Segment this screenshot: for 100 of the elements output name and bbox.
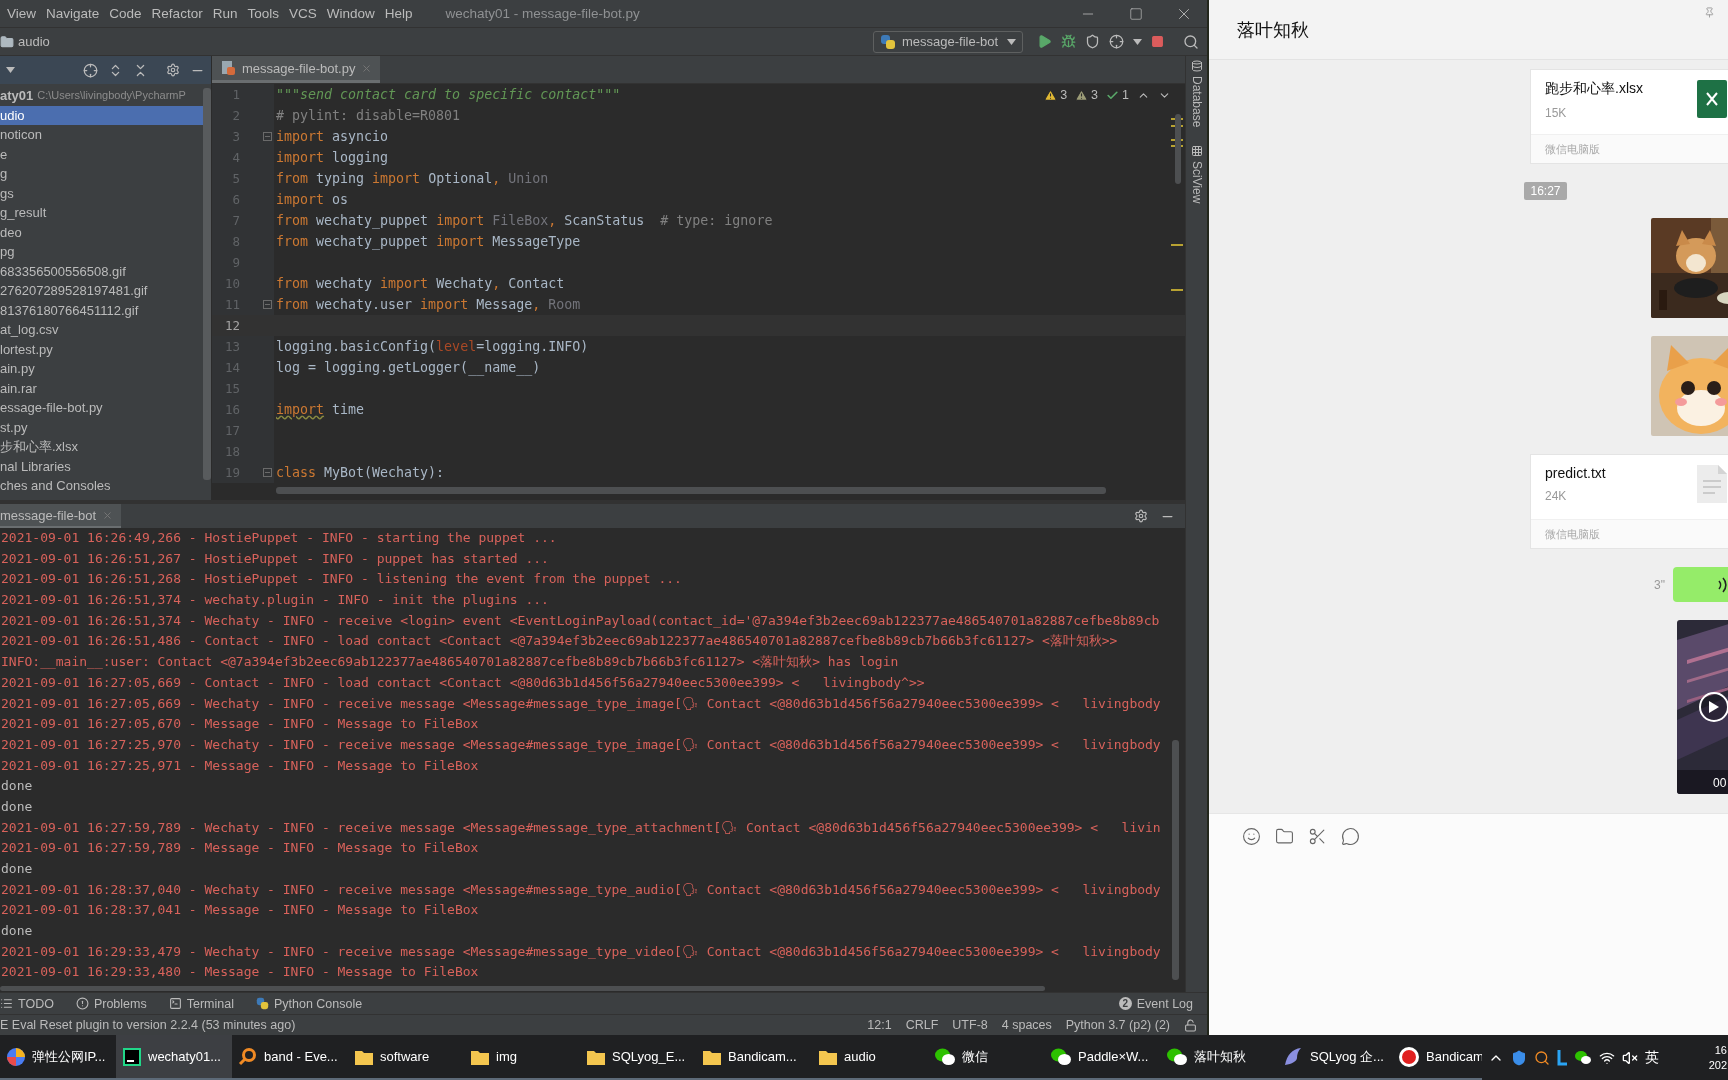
taskbar-item[interactable]: software bbox=[348, 1035, 464, 1080]
tool-window-tab[interactable]: Terminal bbox=[168, 996, 234, 1011]
taskbar-item[interactable]: Paddle×W... bbox=[1044, 1035, 1160, 1080]
python-icon bbox=[880, 33, 896, 50]
volume-muted-icon[interactable] bbox=[1622, 1049, 1638, 1066]
search-icon[interactable] bbox=[1534, 1049, 1550, 1066]
maximize-icon[interactable] bbox=[1129, 6, 1143, 21]
status-item[interactable]: 12:1 bbox=[867, 1018, 892, 1032]
run-configuration-dropdown[interactable]: message-file-bot bbox=[873, 30, 1023, 53]
debug-icon[interactable] bbox=[1061, 34, 1076, 49]
tree-item[interactable]: essage-file-bot.py bbox=[0, 398, 203, 418]
clock[interactable]: 16 202 bbox=[1708, 1042, 1727, 1073]
event-log-tab[interactable]: 2 Event Log bbox=[1118, 996, 1193, 1011]
inspection-count[interactable]: 3 bbox=[1044, 88, 1068, 102]
caret-icon[interactable] bbox=[1133, 38, 1142, 45]
folder-icon[interactable] bbox=[1275, 827, 1294, 846]
tree-item[interactable]: nal Libraries bbox=[0, 456, 203, 476]
taskbar-item[interactable]: audio bbox=[812, 1035, 928, 1080]
tool-window-tab[interactable]: Python Console bbox=[255, 996, 363, 1011]
tree-item[interactable]: ain.rar bbox=[0, 378, 203, 398]
file-card[interactable]: 跑步和心率.xlsx 15K 微信电脑版 bbox=[1530, 69, 1728, 164]
menu-item[interactable]: Tools bbox=[242, 6, 284, 21]
tool-window-tab[interactable]: Problems bbox=[75, 996, 147, 1011]
taskbar-item[interactable]: Bandicam... bbox=[696, 1035, 812, 1080]
tree-item[interactable]: st.py bbox=[0, 417, 203, 437]
lock-icon[interactable] bbox=[1184, 1018, 1197, 1032]
taskbar-item[interactable]: SQLyog 企... bbox=[1276, 1035, 1392, 1080]
tree-item[interactable]: 683356500556508.gif bbox=[0, 261, 203, 281]
input-language[interactable]: 英 bbox=[1645, 1048, 1659, 1067]
tree-item[interactable]: pg bbox=[0, 242, 203, 262]
menu-item[interactable]: Navigate bbox=[41, 6, 105, 21]
status-item[interactable]: 4 spaces bbox=[1001, 1018, 1052, 1032]
tree-item[interactable]: at_log.csv bbox=[0, 320, 203, 340]
taskbar-item[interactable]: 落叶知秋 bbox=[1160, 1035, 1276, 1080]
status-item[interactable]: CRLF bbox=[905, 1018, 939, 1032]
tree-item[interactable]: 276207289528197481.gif bbox=[0, 281, 203, 301]
inspection-count[interactable]: 1 bbox=[1106, 88, 1129, 102]
chat-icon[interactable] bbox=[1341, 827, 1360, 846]
menu-item[interactable]: VCS bbox=[283, 6, 322, 21]
code-line: from wechaty.user import Message, Room bbox=[275, 297, 581, 312]
terminal-icon bbox=[168, 997, 182, 1010]
editor-tab[interactable]: message-file-bot.py bbox=[212, 56, 381, 83]
tree-item[interactable]: ain.py bbox=[0, 359, 203, 379]
search-icon[interactable] bbox=[1183, 33, 1199, 50]
file-card[interactable]: predict.txt 24K 微信电脑版 bbox=[1530, 454, 1728, 549]
profile-icon[interactable] bbox=[1109, 34, 1124, 49]
inspection-count[interactable]: 3 bbox=[1075, 88, 1099, 102]
tree-item[interactable]: 81376180766451112.gif bbox=[0, 300, 203, 320]
console-line: INFO:__main__:user: Contact <@7a394ef3b2eec69ab122377ae486540701a82887cefbe8b89cb7b66b3fc61127> <落叶知秋> has login bbox=[0, 653, 900, 672]
tree-item[interactable]: udio bbox=[0, 105, 203, 125]
menu-item[interactable]: Window bbox=[321, 6, 380, 21]
settings-icon[interactable] bbox=[1134, 509, 1148, 523]
side-tab[interactable]: Database bbox=[1189, 60, 1204, 128]
tree-item[interactable]: g_result bbox=[0, 203, 203, 223]
taskbar-item[interactable]: wechaty01... bbox=[116, 1035, 232, 1080]
taskbar-item[interactable]: Bandicam bbox=[1392, 1035, 1482, 1080]
status-item[interactable]: UTF-8 bbox=[952, 1018, 988, 1032]
menu-item[interactable]: Run bbox=[207, 6, 243, 21]
run-tab[interactable]: message-file-bot bbox=[0, 504, 122, 528]
status-item[interactable]: Python 3.7 (p2) (2) bbox=[1065, 1018, 1170, 1032]
console-line: done bbox=[0, 922, 34, 941]
console-line: 2021-09-01 16:27:05,669 - Wechaty - INFO - receive message <Message#message_type_image[🗣 Contact <@80d63b1d456f56a27940eec5300ee399> < livingbody bbox=[0, 694, 1162, 713]
tree-item[interactable]: g bbox=[0, 164, 203, 184]
tree-item[interactable]: noticon bbox=[0, 125, 203, 145]
tool-window-tab[interactable]: TODO bbox=[0, 996, 54, 1011]
code-line: import logging bbox=[275, 150, 389, 165]
console-line: 2021-09-01 16:26:51,268 - HostiePuppet - INFO - listening the event from the puppet ... bbox=[0, 570, 683, 589]
chat-bubbles-icon[interactable] bbox=[1574, 1049, 1592, 1066]
voice-duration: 3" bbox=[1654, 577, 1665, 592]
taskbar-item[interactable]: SQLyog_E... bbox=[580, 1035, 696, 1080]
menu-item[interactable]: View bbox=[2, 6, 42, 21]
run-icon[interactable] bbox=[1037, 34, 1052, 49]
settings-icon[interactable] bbox=[166, 63, 180, 77]
tree-item[interactable]: gs bbox=[0, 183, 203, 203]
tree-item[interactable]: e bbox=[0, 144, 203, 164]
taskbar-item[interactable]: 微信 bbox=[928, 1035, 1044, 1080]
play-icon[interactable] bbox=[1699, 692, 1728, 722]
side-tab[interactable]: SciView bbox=[1189, 145, 1204, 204]
scissors-icon[interactable] bbox=[1308, 827, 1327, 846]
menu-item[interactable]: Code bbox=[104, 6, 147, 21]
emoji-icon[interactable] bbox=[1242, 827, 1261, 846]
video-message[interactable]: 00 bbox=[1677, 620, 1728, 794]
menu-item[interactable]: Refactor bbox=[146, 6, 208, 21]
console-line: done bbox=[0, 860, 34, 878]
tree-item[interactable]: deo bbox=[0, 222, 203, 242]
project-name[interactable]: aty01 bbox=[0, 86, 34, 106]
shield-icon[interactable] bbox=[1511, 1049, 1527, 1066]
coverage-icon[interactable] bbox=[1085, 34, 1100, 49]
taskbar-item[interactable]: img bbox=[464, 1035, 580, 1080]
app-icon[interactable] bbox=[1557, 1049, 1567, 1066]
locate-icon[interactable] bbox=[83, 62, 98, 78]
tree-item[interactable]: ches and Consoles bbox=[0, 476, 203, 496]
tree-item[interactable]: 步和心率.xlsx bbox=[0, 437, 203, 457]
tree-item[interactable]: lortest.py bbox=[0, 339, 203, 359]
taskbar-item[interactable]: band - Eve... bbox=[232, 1035, 348, 1080]
code-line: logging.basicConfig(level=logging.INFO) bbox=[275, 339, 589, 354]
stop-icon[interactable] bbox=[1151, 35, 1164, 48]
breadcrumb[interactable]: audio bbox=[18, 34, 50, 49]
caret-icon[interactable] bbox=[6, 67, 15, 73]
menu-item[interactable]: Help bbox=[379, 6, 418, 21]
